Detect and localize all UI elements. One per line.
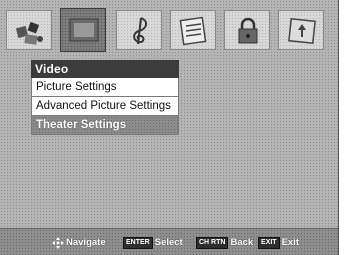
- footer-navigate: Navigate: [52, 236, 106, 249]
- select-label: Select: [154, 237, 183, 248]
- video-icon[interactable]: [60, 8, 106, 52]
- exit-key-badge: EXIT: [258, 236, 280, 249]
- menu-list: Picture Settings Advanced Picture Settin…: [31, 78, 179, 135]
- menu-item-theater-settings[interactable]: Theater Settings: [31, 116, 179, 135]
- footer-help-bar: Navigate ENTER Select CH RTN Back EXIT Exit: [0, 228, 338, 255]
- navigate-arrows-icon: [52, 236, 64, 249]
- preferences-icon[interactable]: [170, 10, 216, 50]
- navigate-label: Navigate: [66, 237, 106, 248]
- exit-label: Exit: [281, 237, 299, 248]
- menu-icon-bar: [6, 8, 332, 52]
- tv-menu-screen: Video Picture Settings Advanced Picture …: [0, 0, 339, 255]
- lock-icon[interactable]: [224, 10, 270, 50]
- menu-item-picture-settings[interactable]: Picture Settings: [31, 78, 179, 97]
- footer-exit: EXIT Exit: [258, 236, 299, 249]
- audio-icon[interactable]: [116, 10, 162, 50]
- ch-rtn-key-badge: CH RTN: [196, 236, 229, 249]
- applications-icon[interactable]: [278, 10, 324, 50]
- setup-icon[interactable]: [6, 10, 52, 50]
- back-label: Back: [230, 237, 254, 248]
- enter-key-badge: ENTER: [123, 236, 153, 249]
- footer-back: CH RTN Back: [196, 236, 253, 249]
- menu-item-advanced-picture-settings[interactable]: Advanced Picture Settings: [31, 97, 179, 116]
- footer-select: ENTER Select: [123, 236, 183, 249]
- menu-title: Video: [31, 60, 179, 78]
